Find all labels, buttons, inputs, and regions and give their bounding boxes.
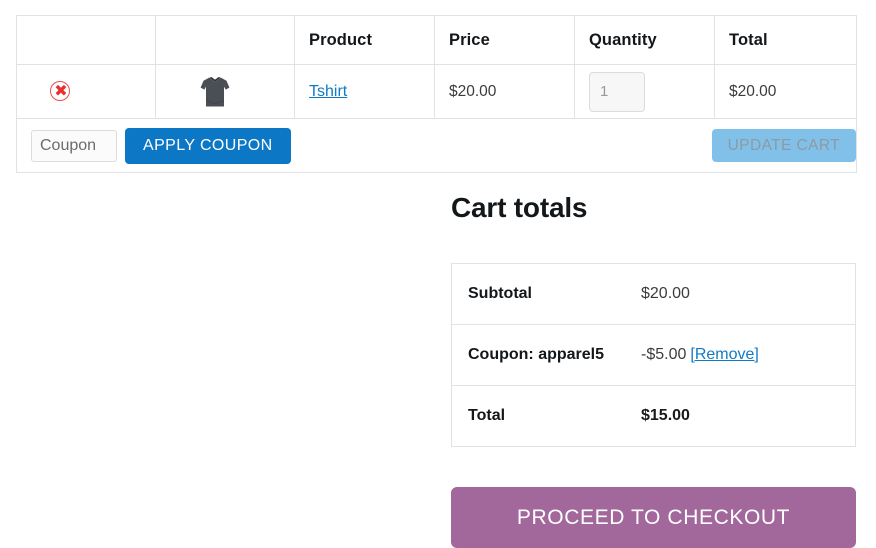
cart-table-head: Product Price Quantity Total — [16, 15, 857, 65]
totals-label-subtotal: Subtotal — [451, 263, 628, 325]
coupon-code-input[interactable] — [31, 129, 117, 162]
cart-table-body: ✖ Tshirt $20.00 1 $20.00 Coupon APPLY CO… — [16, 64, 857, 173]
totals-row-coupon: Coupon: apparel5 -$5.00 [Remove] — [451, 324, 856, 386]
proceed-to-checkout-button[interactable]: Proceed to checkout — [451, 487, 856, 548]
column-header-thumbnail — [155, 15, 295, 65]
totals-value-coupon: -$5.00 [Remove] — [628, 324, 856, 386]
cart-totals-body: Subtotal $20.00 Coupon: apparel5 -$5.00[… — [451, 263, 856, 447]
close-x-icon: ✖ — [54, 80, 68, 100]
column-header-quantity: Quantity — [574, 15, 715, 65]
column-header-product: Product — [294, 15, 435, 65]
totals-row-subtotal: Subtotal $20.00 — [451, 263, 856, 325]
cart-actions-row: Apply coupon Update cart — [16, 118, 857, 173]
remove-item-button[interactable]: ✖ — [49, 80, 73, 104]
apply-coupon-button[interactable]: Apply coupon — [125, 127, 291, 164]
totals-value-subtotal: $20.00 — [628, 263, 856, 325]
column-header-price: Price — [434, 15, 575, 65]
table-row: ✖ Tshirt $20.00 1 $20.00 — [16, 64, 857, 119]
cell-remove: ✖ — [16, 64, 156, 119]
totals-value-total: $15.00 — [628, 385, 856, 447]
cell-cart-actions: Apply coupon Update cart — [16, 118, 857, 173]
cart-totals-container: Cart totals Subtotal $20.00 Coupon: appa… — [451, 192, 856, 548]
update-cart-button[interactable]: Update cart — [711, 129, 856, 162]
product-name-link[interactable]: Tshirt — [309, 83, 347, 100]
shop-cart-table: Product Price Quantity Total ✖ Tshirt $2… — [16, 15, 857, 173]
order-total-amount: $15.00 — [641, 407, 690, 424]
subtotal-amount: $20.00 — [641, 285, 690, 302]
totals-label-coupon: Coupon: apparel5 — [451, 324, 628, 386]
tshirt-thumbnail-icon[interactable] — [192, 69, 238, 115]
cell-product: Tshirt — [294, 64, 435, 119]
totals-label-total: Total — [451, 385, 628, 447]
column-header-total: Total — [714, 15, 857, 65]
column-header-remove — [16, 15, 156, 65]
cell-quantity — [574, 64, 715, 119]
cart-totals-heading: Cart totals — [451, 192, 588, 223]
cell-line-total: $20.00 — [714, 64, 857, 119]
cell-thumbnail — [155, 64, 295, 119]
totals-row-total: Total $15.00 — [451, 385, 856, 447]
cart-table-container: Product Price Quantity Total ✖ Tshirt $2… — [16, 15, 857, 173]
quantity-input[interactable] — [589, 71, 645, 112]
coupon-discount-amount: -$5.00 — [641, 346, 687, 363]
cart-header-row: Product Price Quantity Total — [16, 15, 857, 65]
cart-totals-table: Subtotal $20.00 Coupon: apparel5 -$5.00[… — [451, 263, 856, 447]
cell-price: $20.00 — [434, 64, 575, 119]
remove-coupon-link[interactable]: [Remove] — [690, 346, 758, 363]
